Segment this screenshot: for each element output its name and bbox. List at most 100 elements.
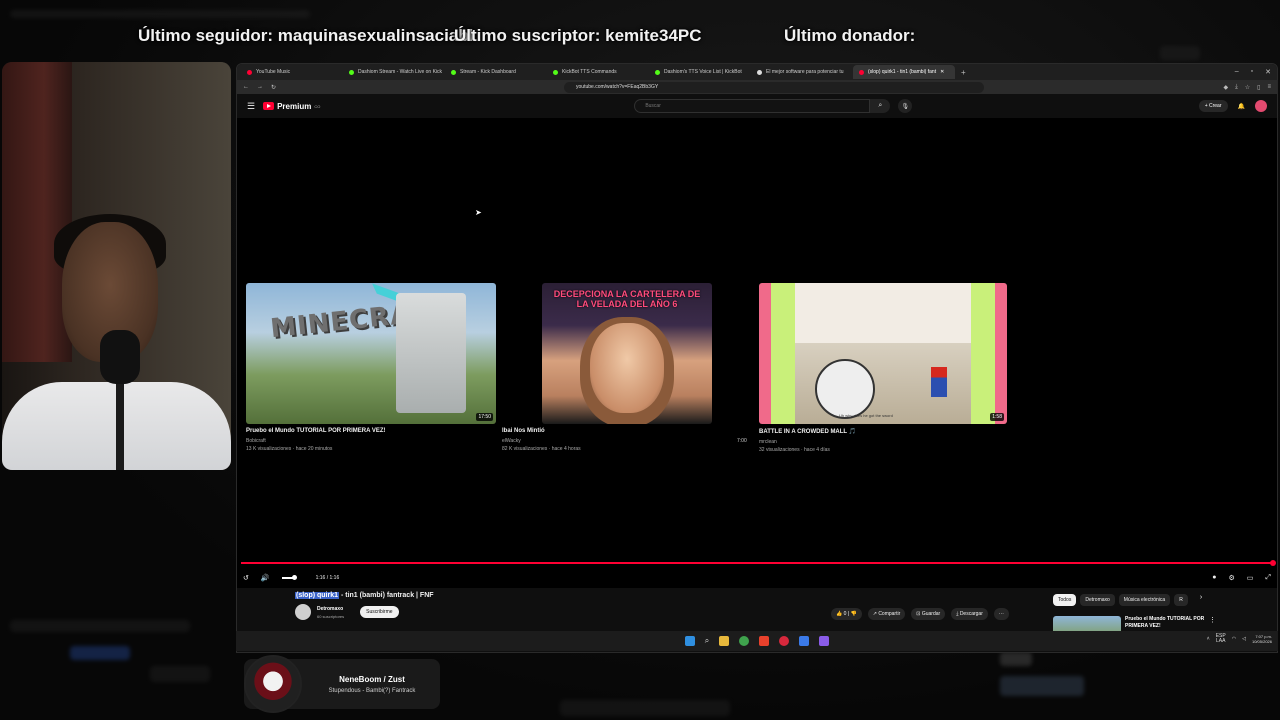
discord-icon[interactable] xyxy=(819,636,830,646)
more-actions-icon[interactable]: ··· xyxy=(993,608,1009,620)
search-icon[interactable]: ⌕ xyxy=(705,636,709,646)
notifications-icon[interactable]: 🔔 xyxy=(1238,103,1245,110)
forward-icon[interactable]: → xyxy=(257,84,263,90)
thumbnail-caption: Uh why does he got the sword xyxy=(839,413,893,418)
sidebar-icon[interactable]: ▯ xyxy=(1257,84,1260,91)
download-button[interactable]: ⤓ Descargar xyxy=(951,608,988,620)
brave-icon[interactable] xyxy=(759,636,770,646)
theater-mode-icon[interactable]: ▭ xyxy=(1247,574,1254,582)
endcard-title[interactable]: Pruebo el Mundo TUTORIAL POR PRIMERA VEZ… xyxy=(246,428,496,434)
browser-tab[interactable]: Dashiom's TTS Voice List | KickBot xyxy=(649,65,751,79)
create-button[interactable]: + Crear xyxy=(1198,100,1228,112)
reload-icon[interactable]: ↻ xyxy=(271,84,276,91)
minimize-icon[interactable]: – xyxy=(1235,68,1239,76)
volume-icon[interactable]: 🔊 xyxy=(261,574,270,582)
tab-label: KickBot TTS Commands xyxy=(562,69,617,75)
progress-knob[interactable] xyxy=(1270,560,1276,566)
browser-tab[interactable]: Stream - Kick Dashboard xyxy=(445,65,547,79)
autoplay-icon[interactable]: ● xyxy=(1212,574,1216,582)
browser-tab[interactable]: Dashiom Stream - Watch Live on Kick xyxy=(343,65,445,79)
subscribe-button[interactable]: Suscribirme xyxy=(360,606,399,618)
microphone xyxy=(100,330,140,384)
search-input[interactable]: Buscar xyxy=(634,99,871,113)
endcard-thumbnail[interactable]: Uh why does he got the sword 1:58 xyxy=(759,283,1007,424)
channel-avatar[interactable] xyxy=(295,604,311,620)
search-icon[interactable]: ⌕ xyxy=(870,99,891,113)
browser-tab[interactable]: KickBot TTS Commands xyxy=(547,65,649,79)
browser-tab-active[interactable]: (slop) quirk1 - tin1 (bambi) fant ✕ xyxy=(853,65,955,79)
browser-tab[interactable]: YouTube Music xyxy=(241,65,343,79)
tab-label: (slop) quirk1 - tin1 (bambi) fant xyxy=(868,69,937,75)
back-icon[interactable]: ← xyxy=(243,84,249,90)
person-face xyxy=(590,323,664,413)
webcam-curtain xyxy=(2,62,72,362)
chip-electronic-music[interactable]: Música electrónica xyxy=(1118,594,1171,606)
save-label: Guardar xyxy=(921,611,941,617)
player-controls: ↺ 🔊 1:16 / 1:16 ● ⚙ ▭ ⤢ xyxy=(237,570,1277,586)
share-button[interactable]: ↗ Compartir xyxy=(867,608,906,620)
hamburger-menu-icon[interactable]: ☰ xyxy=(247,101,255,112)
start-icon[interactable] xyxy=(684,636,695,646)
robot-graphic xyxy=(396,293,466,413)
voice-search-icon[interactable]: 🎙 xyxy=(898,99,913,113)
endcard-thumbnail[interactable]: DECEPCIONA LA CARTELERA DE LA VELADA DEL… xyxy=(542,283,712,424)
channel-row: Detromaxo 60 suscriptores Suscribirme xyxy=(295,604,399,620)
chrome-icon[interactable] xyxy=(739,636,750,646)
like-button[interactable]: 👍 0 | 👎 xyxy=(831,608,862,620)
endcard-thumbnail[interactable]: MINECRAFT 17:50 xyxy=(246,283,496,424)
speaker-icon[interactable]: ◁ xyxy=(1242,636,1246,642)
mouse-cursor-icon: ➤ xyxy=(475,208,482,217)
volume-slider[interactable] xyxy=(281,575,297,580)
replay-icon[interactable]: ↺ xyxy=(243,574,249,582)
endcard-video[interactable]: MINECRAFT 17:50 Pruebo el Mundo TUTORIAL… xyxy=(246,283,496,453)
kickbot-icon xyxy=(655,69,660,75)
endcard-meta: 82 K visualizaciones · hace 4 horas xyxy=(502,446,581,452)
url-field[interactable]: youtube.com/watch?v=FEaq2Bb3GY xyxy=(564,81,985,93)
file-explorer-icon[interactable] xyxy=(719,636,730,646)
menu-icon[interactable]: ≡ xyxy=(1267,84,1271,91)
new-tab-icon[interactable]: + xyxy=(955,68,972,77)
subscriber-count: 60 suscriptores xyxy=(317,613,345,619)
download-icon[interactable]: ⤓ xyxy=(1235,84,1238,91)
endcard-title[interactable]: BATTLE IN A CROWDED MALL 🎵 xyxy=(759,428,1007,435)
share-label: Compartir xyxy=(878,611,901,617)
language-indicator[interactable]: ESP LAA xyxy=(1216,634,1226,644)
endcard-video[interactable]: DECEPCIONA LA CARTELERA DE LA VELADA DEL… xyxy=(502,283,742,453)
mario-character xyxy=(931,367,947,397)
endcard-title[interactable]: Ibai Nos Mintió xyxy=(502,428,742,434)
video-player[interactable]: ➤ MINECRAFT 17:50 Pruebo el Mundo TUTORI… xyxy=(237,118,1277,604)
maximize-icon[interactable]: ▫ xyxy=(1251,68,1253,76)
extension-icon[interactable]: ◆ xyxy=(1224,84,1229,91)
chip-more[interactable]: R xyxy=(1174,594,1188,606)
chevron-up-icon[interactable]: ˄ xyxy=(1207,636,1210,642)
video-title-highlight: (slop) quirk1 xyxy=(295,592,340,599)
avatar[interactable] xyxy=(1255,100,1267,112)
chip-all[interactable]: Todos xyxy=(1053,594,1077,606)
clock[interactable]: 7:07 p.m. 10/05/2026 xyxy=(1252,634,1272,644)
settings-gear-icon[interactable]: ⚙ xyxy=(1228,574,1234,582)
youtube-header: ☰ Premium CO Buscar ⌕ 🎙 + Crear 🔔 xyxy=(237,94,1277,118)
opera-icon[interactable] xyxy=(779,636,790,646)
close-window-icon[interactable]: ✕ xyxy=(1265,68,1271,76)
close-tab-icon[interactable]: ✕ xyxy=(940,69,944,75)
duration-badge: 1:58 xyxy=(990,413,1004,421)
tab-label: YouTube Music xyxy=(256,69,291,75)
progress-bar[interactable] xyxy=(241,560,1276,566)
fullscreen-icon[interactable]: ⤢ xyxy=(1265,574,1271,582)
youtube-premium-logo[interactable]: Premium CO xyxy=(263,102,320,111)
related-chips: Todos Detromaxo Música electrónica R › xyxy=(1053,594,1202,606)
url-text: youtube.com/watch?v=FEaq2Bb3GY xyxy=(576,84,659,90)
channel-name[interactable]: Detromaxo xyxy=(317,606,344,612)
kick-icon xyxy=(451,69,456,75)
chip-channel[interactable]: Detromaxo xyxy=(1080,594,1115,606)
header-actions: + Crear 🔔 xyxy=(1198,100,1267,112)
save-button[interactable]: ⊡ Guardar xyxy=(911,608,946,620)
wifi-icon[interactable]: ◠ xyxy=(1232,636,1236,642)
bookmark-icon[interactable]: ☆ xyxy=(1245,84,1250,91)
app-icon[interactable] xyxy=(799,636,810,646)
browser-tab[interactable]: El mejor software para potenciar tu xyxy=(751,65,853,79)
tab-label: El mejor software para potenciar tu xyxy=(766,69,844,75)
endcard-video[interactable]: Uh why does he got the sword 1:58 BATTLE… xyxy=(759,283,1007,454)
chevron-right-icon[interactable]: › xyxy=(1200,594,1202,606)
kickbot-icon xyxy=(553,69,558,75)
